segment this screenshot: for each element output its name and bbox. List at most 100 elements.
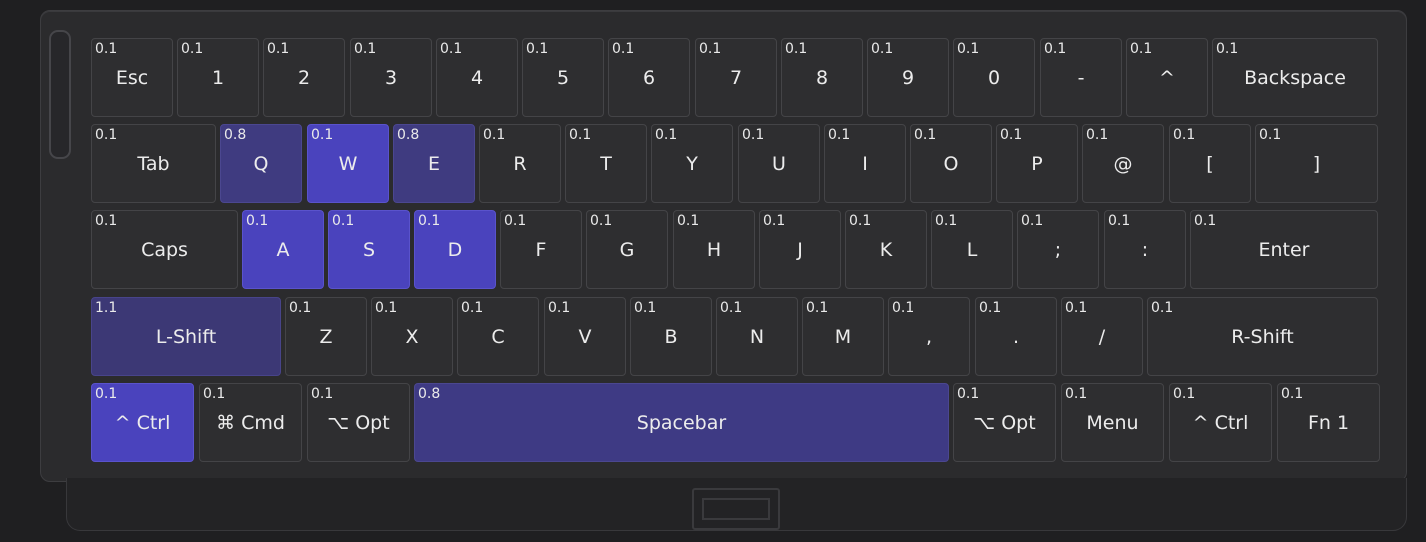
key-8[interactable]: 0.1 8 <box>781 38 863 117</box>
key-minus[interactable]: 0.1- <box>1040 38 1122 117</box>
key-weight: 0.1 <box>1173 386 1196 402</box>
key-label: I <box>862 153 868 175</box>
key-spacebar[interactable]: 0.8 Spacebar <box>414 383 949 462</box>
key-r-shift[interactable]: 0.1 R-Shift <box>1147 297 1378 376</box>
key-label: K <box>879 239 893 261</box>
key-o[interactable]: 0.1 O <box>910 124 992 203</box>
key-e[interactable]: 0.8 E <box>393 124 475 203</box>
key-tab[interactable]: 0.1 Tab <box>91 124 216 203</box>
key-6[interactable]: 0.1 6 <box>608 38 690 117</box>
key-9[interactable]: 0.1 9 <box>867 38 949 117</box>
key-weight: 0.1 <box>1173 127 1196 143</box>
key-at[interactable]: 0.1 @ <box>1082 124 1164 203</box>
key-m[interactable]: 0.1 M <box>802 297 884 376</box>
key-u[interactable]: 0.1 U <box>738 124 820 203</box>
key-weight: 0.1 <box>720 300 743 316</box>
key-semicolon[interactable]: 0.1; <box>1017 210 1099 289</box>
key-w[interactable]: 0.1 W <box>307 124 389 203</box>
key-menu[interactable]: 0.1 Menu <box>1061 383 1164 462</box>
key-label: Backspace <box>1244 67 1346 89</box>
key-weight: 0.1 <box>548 300 571 316</box>
key-p[interactable]: 0.1 P <box>996 124 1078 203</box>
key-weight: 0.1 <box>914 127 937 143</box>
key-k[interactable]: 0.1 K <box>845 210 927 289</box>
key-backspace[interactable]: 0.1 Backspace <box>1212 38 1378 117</box>
key-1[interactable]: 0.1 1 <box>177 38 259 117</box>
key-c[interactable]: 0.1 C <box>457 297 539 376</box>
key-weight: 0.1 <box>246 213 269 229</box>
key-n[interactable]: 0.1 N <box>716 297 798 376</box>
key-7[interactable]: 0.1 7 <box>695 38 777 117</box>
key-slash[interactable]: 0.1 / <box>1061 297 1143 376</box>
key-t[interactable]: 0.1 T <box>565 124 647 203</box>
key-label: B <box>664 326 678 348</box>
key-weight: 0.8 <box>418 386 441 402</box>
key-j[interactable]: 0.1 J <box>759 210 841 289</box>
key-l[interactable]: 0.1 L <box>931 210 1013 289</box>
key-5[interactable]: 0.1 5 <box>522 38 604 117</box>
key-enter[interactable]: 0.1 Enter <box>1190 210 1378 289</box>
key-i[interactable]: 0.1 I <box>824 124 906 203</box>
side-slot <box>49 30 71 159</box>
key-fn-1[interactable]: 0.1 Fn 1 <box>1277 383 1380 462</box>
key-3[interactable]: 0.1 3 <box>350 38 432 117</box>
key-weight: 0.1 <box>95 213 118 229</box>
key-period[interactable]: 0.1. <box>975 297 1057 376</box>
key-l-shift[interactable]: 1.1 L-Shift <box>91 297 281 376</box>
key-esc[interactable]: 0.1 Esc <box>91 38 173 117</box>
key-ctrl-6[interactable]: 0.1 ^ Ctrl <box>1169 383 1272 462</box>
key-weight: 0.1 <box>634 300 657 316</box>
key-cmd[interactable]: 0.1 ⌘ Cmd <box>199 383 302 462</box>
key-weight: 0.1 <box>354 41 377 57</box>
key-label: , <box>925 326 933 348</box>
key-weight: 0.1 <box>181 41 204 57</box>
key-label: Z <box>319 326 333 348</box>
key-h[interactable]: 0.1 H <box>673 210 755 289</box>
key-caps[interactable]: 0.1 Caps <box>91 210 238 289</box>
key-label: Q <box>253 153 269 175</box>
key-r[interactable]: 0.1 R <box>479 124 561 203</box>
key-weight: 0.1 <box>1259 127 1282 143</box>
key-label: 4 <box>470 67 484 89</box>
key-opt-4[interactable]: 0.1 ⌥ Opt <box>953 383 1056 462</box>
key-label: 2 <box>297 67 311 89</box>
key-x[interactable]: 0.1 X <box>371 297 453 376</box>
key-b[interactable]: 0.1 B <box>630 297 712 376</box>
key-a[interactable]: 0.1 A <box>242 210 324 289</box>
key-label: 6 <box>642 67 656 89</box>
key-label: R-Shift <box>1231 326 1294 348</box>
key-colon[interactable]: 0.1: <box>1104 210 1186 289</box>
key-label: Esc <box>115 67 149 89</box>
key-label: 8 <box>815 67 829 89</box>
key-label: W <box>338 153 358 175</box>
key-weight: 0.1 <box>1216 41 1239 57</box>
key-q[interactable]: 0.8 Q <box>220 124 302 203</box>
key-caret[interactable]: 0.1 ^ <box>1126 38 1208 117</box>
key-z[interactable]: 0.1 Z <box>285 297 367 376</box>
key-weight: 0.1 <box>785 41 808 57</box>
key-s[interactable]: 0.1 S <box>328 210 410 289</box>
key-lbracket[interactable]: 0.1 [ <box>1169 124 1251 203</box>
key-y[interactable]: 0.1 Y <box>651 124 733 203</box>
key-weight: 0.1 <box>677 213 700 229</box>
key-label: U <box>772 153 786 175</box>
key-g[interactable]: 0.1 G <box>586 210 668 289</box>
key-weight: 0.1 <box>1130 41 1153 57</box>
key-label: ^ Ctrl <box>114 412 171 434</box>
key-d[interactable]: 0.1 D <box>414 210 496 289</box>
key-rbracket[interactable]: 0.1] <box>1255 124 1378 203</box>
key-4[interactable]: 0.1 4 <box>436 38 518 117</box>
key-weight: 0.1 <box>590 213 613 229</box>
key-f[interactable]: 0.1 F <box>500 210 582 289</box>
key-comma[interactable]: 0.1, <box>888 297 970 376</box>
key-2[interactable]: 0.1 2 <box>263 38 345 117</box>
key-weight: 0.1 <box>871 41 894 57</box>
key-ctrl-0[interactable]: 0.1 ^ Ctrl <box>91 383 194 462</box>
key-v[interactable]: 0.1 V <box>544 297 626 376</box>
key-0[interactable]: 0.1 0 <box>953 38 1035 117</box>
key-label: Caps <box>141 239 188 261</box>
key-label: V <box>578 326 592 348</box>
key-label: ⌥ Opt <box>973 412 1036 434</box>
key-label: J <box>797 239 803 261</box>
key-opt-2[interactable]: 0.1 ⌥ Opt <box>307 383 410 462</box>
